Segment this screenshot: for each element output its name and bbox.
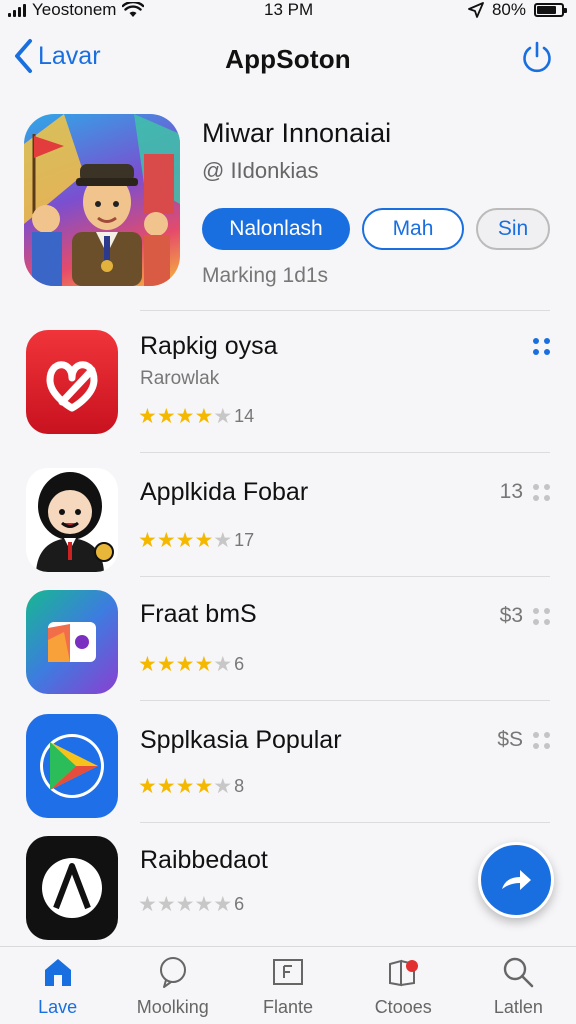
rating-stars: ★ ★ ★ ★ ★ 6 — [138, 653, 245, 676]
status-right: 80% — [468, 0, 567, 20]
rating-count: 14 — [234, 406, 255, 426]
photo-card-icon — [48, 622, 96, 662]
heart-logo-icon — [46, 361, 98, 412]
power-icon[interactable] — [520, 40, 554, 74]
row-actions — [533, 338, 550, 355]
divider — [140, 700, 550, 701]
tab-label: Latlen — [493, 997, 543, 1017]
wifi-icon — [122, 2, 145, 17]
document-icon — [273, 959, 303, 985]
featured-buttons: Nalonlash Mah Sin — [202, 208, 550, 250]
tab-label: Lave — [38, 997, 78, 1017]
app-icon-compass[interactable] — [26, 836, 118, 940]
tab-messages[interactable]: Moolking — [115, 947, 230, 1024]
divider — [140, 576, 550, 577]
divider — [140, 822, 550, 823]
tab-label: Moolking — [136, 997, 209, 1017]
list-item[interactable]: Applkida Fobar ★ ★ ★ ★ ★ 17 13 — [0, 468, 576, 588]
app-name: Spplkasia Popular — [140, 726, 342, 754]
tab-home[interactable]: Lave — [0, 947, 115, 1024]
chat-bubble-icon — [159, 957, 186, 988]
signal-icon — [8, 3, 26, 17]
rating-stars: ★ ★ ★ ★ ★ 6 — [138, 893, 245, 916]
page-title: AppSoton — [225, 43, 351, 74]
more-options-icon[interactable] — [533, 731, 550, 749]
row-actions: 13 — [500, 480, 550, 504]
app-price: $S — [497, 728, 523, 751]
featured-ranking: Marking 1d1s — [202, 264, 329, 287]
nav-bar: Lavar AppSoton — [0, 30, 576, 88]
app-icon-play[interactable] — [26, 714, 118, 818]
divider — [140, 310, 550, 311]
rating-count: 6 — [234, 894, 245, 914]
tab-badges[interactable]: Ctooes — [346, 947, 461, 1024]
app-icon-character[interactable] — [26, 468, 118, 572]
featured-app-developer: @ IIdonkias — [202, 158, 319, 183]
rating-count: 6 — [234, 654, 245, 674]
rating-stars: ★ ★ ★ ★ ★ 17 — [138, 529, 255, 552]
tab-bar: Lave Moolking Flante Ctooes Latlen — [0, 946, 576, 1024]
chevron-left-icon — [15, 39, 32, 73]
home-icon — [44, 959, 71, 986]
battery-icon — [534, 3, 567, 17]
featured-app-title: Miwar Innonaiai — [202, 118, 392, 148]
tab-document[interactable]: Flante — [230, 947, 345, 1024]
battery-percent: 80% — [491, 0, 526, 19]
list-item[interactable]: Rapkig oysa Rarowlak ★ ★ ★ ★ ★ 14 — [0, 326, 576, 446]
row-actions: $S — [497, 728, 550, 752]
play-store-icon — [40, 734, 104, 798]
tertiary-action-button[interactable]: Sin — [476, 208, 550, 250]
app-subtitle: Rarowlak — [140, 368, 220, 389]
row-actions: $3 — [500, 604, 550, 628]
clock: 13 PM — [264, 0, 314, 19]
character-illustration — [24, 114, 180, 286]
app-price: $3 — [499, 604, 523, 627]
more-options-icon[interactable] — [533, 338, 550, 355]
status-bar: Yeostonem 13 PM 80% — [0, 0, 576, 20]
app-name: Fraat bmS — [140, 600, 257, 628]
rating-count: 17 — [234, 530, 255, 550]
location-arrow-icon — [468, 2, 484, 18]
app-icon-heart[interactable] — [26, 330, 118, 434]
status-left: Yeostonem — [8, 0, 145, 20]
rating-count: 8 — [234, 776, 245, 796]
app-name: Raibbedaot — [140, 846, 268, 874]
divider — [140, 452, 550, 453]
back-label: Lavar — [38, 41, 101, 70]
secondary-action-button[interactable]: Mah — [362, 208, 464, 250]
app-name: Rapkig oysa — [140, 332, 278, 360]
back-button[interactable]: Lavar — [12, 38, 101, 74]
more-options-icon[interactable] — [533, 483, 550, 501]
compass-logo-icon — [42, 858, 102, 918]
share-arrow-icon — [502, 870, 531, 890]
app-icon-media[interactable] — [26, 590, 118, 694]
tab-label: Ctooes — [374, 997, 432, 1017]
share-fab-button[interactable] — [478, 842, 554, 918]
more-options-icon[interactable] — [533, 607, 550, 625]
list-item[interactable]: Fraat bmS ★ ★ ★ ★ ★ 6 $3 — [0, 590, 576, 710]
badge-icon — [389, 959, 419, 987]
rating-stars: ★ ★ ★ ★ ★ 8 — [138, 775, 245, 798]
carrier-label: Yeostonem — [32, 0, 117, 19]
primary-action-button[interactable]: Nalonlash — [202, 208, 350, 250]
search-icon — [504, 957, 534, 988]
rating-stars: ★ ★ ★ ★ ★ 14 — [138, 405, 255, 428]
featured-app[interactable]: Miwar Innonaiai @ IIdonkias Nalonlash Ma… — [24, 114, 552, 294]
app-name: Applkida Fobar — [140, 478, 309, 506]
businessman-avatar-icon — [36, 472, 114, 572]
featured-app-icon[interactable] — [24, 114, 180, 286]
app-price: 13 — [499, 480, 523, 503]
tab-search[interactable]: Latlen — [461, 947, 576, 1024]
list-item[interactable]: Spplkasia Popular ★ ★ ★ ★ ★ 8 $S — [0, 714, 576, 834]
tab-label: Flante — [262, 997, 314, 1017]
